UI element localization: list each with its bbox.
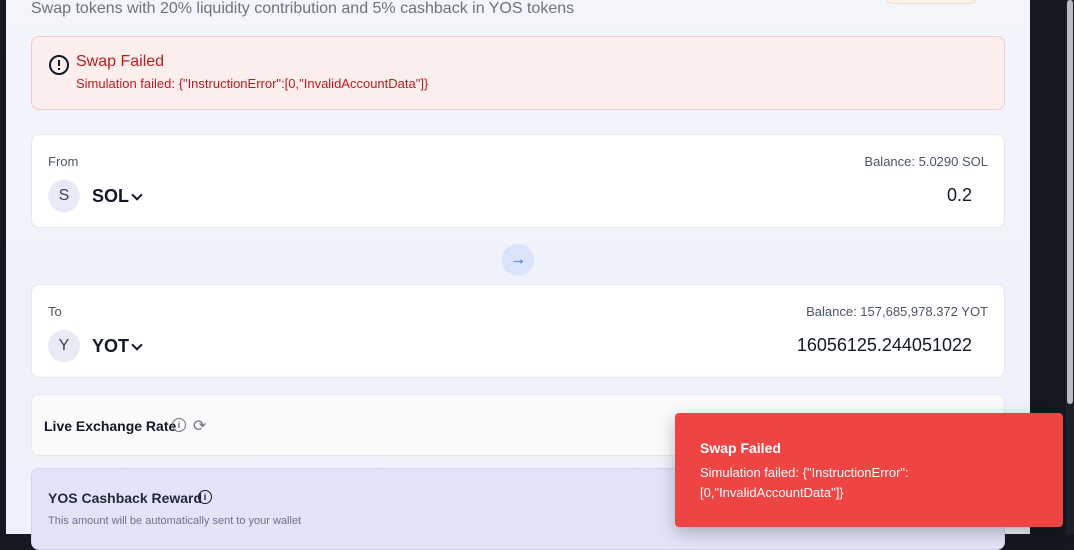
info-icon[interactable]: i (198, 490, 212, 504)
from-balance: Balance: 5.0290 SOL (864, 154, 988, 169)
error-alert: Swap Failed Simulation failed: {"Instruc… (31, 36, 1005, 110)
from-token-select[interactable]: SOL (92, 186, 143, 207)
from-label: From (48, 154, 79, 169)
alert-circle-icon (49, 55, 69, 75)
cashback-title: YOS Cashback Reward (48, 490, 203, 506)
from-token-symbol: SOL (92, 186, 130, 206)
page-subtitle: Swap tokens with 20% liquidity contribut… (31, 0, 575, 17)
error-alert-message: Simulation failed: {"InstructionError":[… (76, 76, 429, 91)
scrollbar-thumb[interactable] (1067, 0, 1073, 404)
to-token-symbol: YOT (92, 336, 130, 356)
error-alert-title: Swap Failed (76, 53, 165, 70)
toast-title: Swap Failed (700, 440, 781, 456)
swap-direction-button[interactable]: → (502, 244, 534, 276)
chevron-down-icon (131, 339, 143, 351)
to-token-avatar: Y (48, 330, 80, 362)
cashback-description: This amount will be automatically sent t… (48, 515, 302, 527)
error-toast[interactable]: Swap Failed Simulation failed: {"Instruc… (675, 413, 1063, 527)
to-balance: Balance: 157,685,978.372 YOT (806, 304, 988, 319)
from-amount-input[interactable]: 0.2 (947, 185, 972, 206)
chevron-down-icon (131, 189, 143, 201)
from-token-card: From Balance: 5.0290 SOL S SOL 0.2 (31, 134, 1005, 228)
toast-message: Simulation failed: {"InstructionError":[… (700, 465, 909, 500)
exchange-rate-label: Live Exchange Rate (44, 418, 177, 434)
to-token-card: To Balance: 157,685,978.372 YOT Y YOT 16… (31, 284, 1005, 378)
to-label: To (48, 304, 62, 319)
arrow-right-icon: → (510, 251, 526, 268)
refresh-icon[interactable]: ⟳ (193, 416, 206, 436)
info-icon[interactable]: i (172, 418, 186, 432)
to-token-select[interactable]: YOT (92, 336, 143, 357)
to-amount-output: 16056125.244051022 (796, 335, 972, 355)
header-action-button[interactable] (886, 0, 976, 4)
from-token-avatar: S (48, 180, 80, 212)
